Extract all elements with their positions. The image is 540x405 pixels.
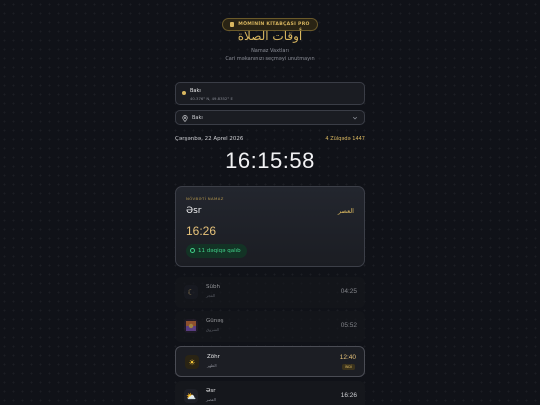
city-select[interactable]: Bakı <box>175 110 365 125</box>
prayer-name: Əsr <box>206 388 216 394</box>
prayer-name: Sübh <box>206 284 220 290</box>
clock-icon <box>190 248 195 253</box>
chevron-down-icon <box>352 116 358 120</box>
next-prayer-name: Əsr <box>186 206 202 216</box>
prayer-arabic: الفجر <box>206 293 216 298</box>
location-dot-icon <box>182 91 186 95</box>
sunrise-icon <box>184 319 198 333</box>
location-card[interactable]: Bakı 40.376° N, 49.8352° E <box>175 82 365 105</box>
prayer-time: 05:52 <box>340 322 357 329</box>
next-prayer-card: NÖVBƏTİ NAMAZ Əsr العصر 16:26 11 dəqiqə … <box>175 186 365 267</box>
book-icon <box>230 22 235 27</box>
next-prayer-label: NÖVBƏTİ NAMAZ <box>186 196 224 201</box>
prayer-time: 04:25 <box>340 288 357 295</box>
page-title-arabic: أوقات الصلاة <box>237 29 303 43</box>
time-remaining-badge: 11 dəqiqə qalıb <box>186 244 247 258</box>
prayer-time: 12:40 <box>339 354 356 361</box>
prayer-row-dhuhr[interactable]: ☀ Zöhr الظهر 12:40 İNDİ <box>175 346 365 377</box>
app-badge-label: MÖMİNİN KİTABÇASI PRO <box>238 22 310 27</box>
prayer-row-sunrise[interactable]: Günəş الشروق 05:52 <box>175 311 365 342</box>
city-select-value: Bakı <box>192 115 203 121</box>
prayer-arabic: الظهر <box>207 363 217 368</box>
location-coords: 40.376° N, 49.8352° E <box>190 96 233 101</box>
sun-icon: ☀ <box>185 355 199 369</box>
next-prayer-arabic: العصر <box>337 207 354 215</box>
location-city: Bakı <box>190 88 201 94</box>
prayer-row-asr[interactable]: ⛅ Əsr العصر 16:26 <box>175 381 365 405</box>
location-hint: Cari məkanınızı seçməyi unutmayın <box>225 56 315 62</box>
current-prayer-tag: İNDİ <box>341 364 355 370</box>
prayer-name: Günəş <box>206 318 224 324</box>
cloud-sun-icon: ⛅ <box>184 389 198 403</box>
next-prayer-time: 16:26 <box>186 224 217 238</box>
prayer-arabic: العصر <box>206 397 216 402</box>
prayer-time: 16:26 <box>340 392 357 399</box>
time-remaining-text: 11 dəqiqə qalıb <box>198 248 241 254</box>
gregorian-date: Çərşənbə, 22 Aprel 2026 <box>175 136 244 142</box>
page-subtitle: Namaz Vaxtları <box>251 48 289 54</box>
moon-icon: ☾ <box>184 285 198 299</box>
prayer-name: Zöhr <box>207 354 220 360</box>
hijri-date: 4 Zülqədə 1447 <box>325 136 365 142</box>
prayer-row-fajr[interactable]: ☾ Sübh الفجر 04:25 <box>175 277 365 308</box>
map-pin-icon <box>182 115 188 122</box>
current-time-clock: 16:15:58 <box>225 148 315 173</box>
prayer-arabic: الشروق <box>206 327 220 332</box>
